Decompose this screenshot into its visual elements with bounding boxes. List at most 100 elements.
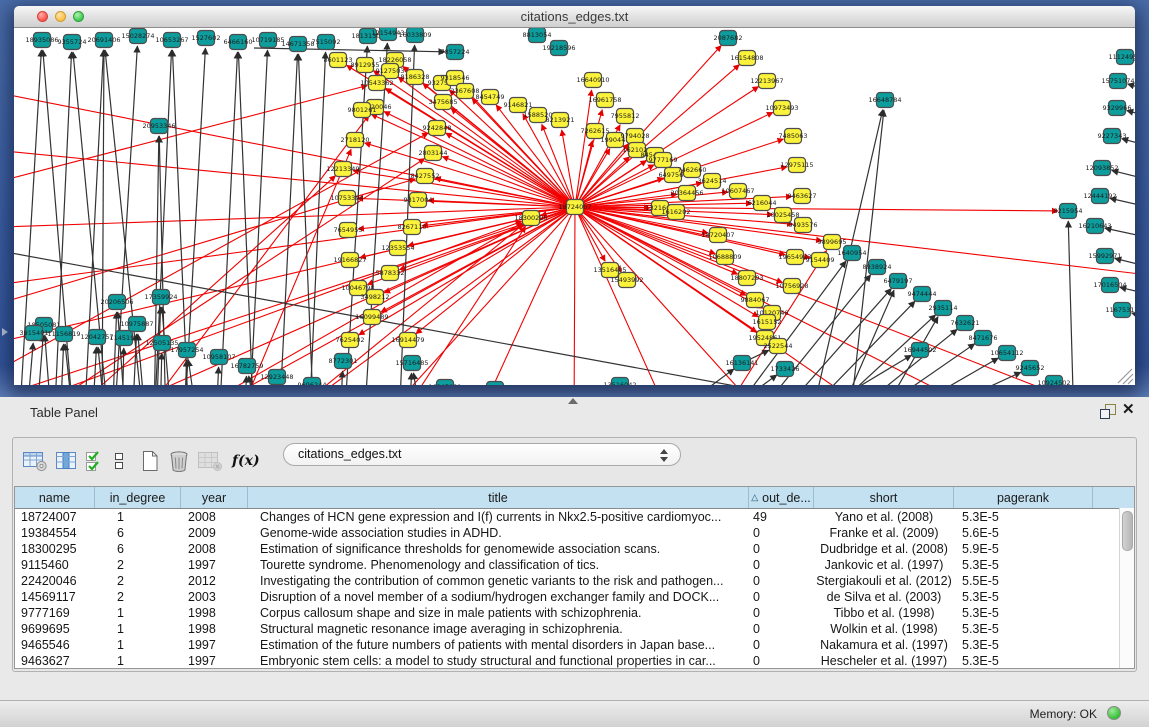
table-cell[interactable]: 5.3E-5 [954, 589, 1093, 605]
table-row[interactable]: 969969511998Structural magnetic resonanc… [15, 621, 1134, 637]
table-cell[interactable]: 5.3E-5 [954, 509, 1093, 525]
graph-node[interactable]: 11675312 [1105, 303, 1135, 318]
table-cell[interactable]: Stergiakouli et al. (2012) [814, 573, 954, 589]
table-cell[interactable]: 2003 [181, 589, 248, 605]
graph-node[interactable]: 11124953 [1108, 50, 1135, 65]
table-cell[interactable]: 0 [749, 653, 814, 669]
network-window-titlebar[interactable]: citations_edges.txt [14, 6, 1135, 28]
graph-node[interactable]: 2718120 [341, 133, 370, 148]
graph-node[interactable]: 19166827 [333, 253, 366, 268]
table-cell[interactable]: 2 [95, 589, 181, 605]
close-panel-icon[interactable]: ✕ [1122, 400, 1135, 418]
table-cell[interactable]: 1 [95, 509, 181, 525]
table-cell[interactable]: Changes of HCN gene expression and I(f) … [248, 509, 749, 525]
graph-node[interactable]: 17016504 [1093, 278, 1126, 293]
graph-node[interactable]: 9245012 [481, 382, 510, 386]
table-cell[interactable]: Corpus callosum shape and size in male p… [248, 605, 749, 621]
graph-node[interactable]: 8601123 [324, 53, 353, 68]
graph-node[interactable]: 9493576 [789, 218, 818, 233]
graph-node[interactable]: 17359924 [144, 290, 177, 305]
graph-node[interactable]: 8454749 [476, 90, 505, 105]
graph-node[interactable]: 8267110 [398, 220, 427, 235]
table-cell[interactable]: 9699695 [15, 621, 95, 637]
table-row[interactable]: 1830029562008Estimation of significance … [15, 541, 1134, 557]
table-select-dropdown[interactable]: citations_edges.txt [283, 443, 681, 466]
table-cell[interactable]: 2009 [181, 525, 248, 541]
column-header-title[interactable]: title [248, 487, 749, 508]
table-settings-icon[interactable] [22, 450, 48, 472]
scrollbar-thumb[interactable] [1122, 511, 1133, 551]
table-cell[interactable]: 5.3E-5 [954, 621, 1093, 637]
graph-node[interactable]: 7515092 [312, 35, 341, 50]
table-cell[interactable]: Dudbridge et al. (2008) [814, 541, 954, 557]
table-cell[interactable]: 49 [749, 509, 814, 525]
graph-node[interactable]: 16099489 [355, 310, 388, 325]
graph-node[interactable]: 6479197 [884, 274, 913, 289]
float-panel-icon[interactable] [1100, 404, 1116, 418]
graph-node[interactable]: 7857224 [441, 45, 470, 60]
table-cell[interactable]: 19384554 [15, 525, 95, 541]
table-cell[interactable]: Wolkin et al. (1998) [814, 621, 954, 637]
table-cell[interactable]: 18724007 [15, 509, 95, 525]
table-cell[interactable]: de Silva et al. (2003) [814, 589, 954, 605]
delete-rows-trash-icon[interactable] [167, 449, 191, 473]
graph-node[interactable]: 6466160 [224, 35, 253, 50]
table-row[interactable]: 1456911722003Disruption of a novel membe… [15, 589, 1134, 605]
graph-node[interactable]: 5878332 [376, 266, 405, 281]
table-cell[interactable]: 9777169 [15, 605, 95, 621]
function-builder-icon[interactable]: f(x) [232, 453, 260, 469]
table-cell[interactable]: 2 [95, 557, 181, 573]
column-header-in-degree[interactable]: in_degree [95, 487, 181, 508]
table-cell[interactable]: 1998 [181, 621, 248, 637]
graph-node[interactable]: 16245031 [428, 380, 461, 386]
graph-node[interactable]: 20953346 [142, 119, 175, 134]
table-cell[interactable]: 22420046 [15, 573, 95, 589]
table-cell[interactable]: 0 [749, 605, 814, 621]
table-cell[interactable]: 2012 [181, 573, 248, 589]
column-visibility-icon[interactable] [54, 450, 78, 472]
table-cell[interactable]: 0 [749, 557, 814, 573]
table-cell[interactable]: 5.3E-5 [954, 557, 1093, 573]
graph-node[interactable]: 7632621 [951, 316, 980, 331]
table-cell[interactable]: 1997 [181, 637, 248, 653]
table-cell[interactable]: 9465546 [15, 637, 95, 653]
column-header-name[interactable]: name [15, 487, 95, 508]
graph-node[interactable]: 15716485 [395, 356, 428, 371]
table-row[interactable]: 911546021997Tourette syndrome. Phenomeno… [15, 557, 1134, 573]
graph-node[interactable]: 10607467 [721, 184, 754, 199]
table-cell[interactable]: 9463627 [15, 653, 95, 669]
graph-node[interactable]: 20691406 [87, 33, 120, 48]
graph-node[interactable]: 7654955 [334, 223, 363, 238]
column-header-year[interactable]: year [181, 487, 248, 508]
graph-node[interactable]: 9227343 [1098, 129, 1127, 144]
graph-node[interactable]: 7485063 [779, 129, 808, 144]
table-cell[interactable]: 0 [749, 525, 814, 541]
graph-node[interactable]: 18935086 [25, 33, 58, 48]
table-vertical-scrollbar[interactable] [1119, 508, 1134, 668]
graph-node[interactable]: 12444192 [1083, 189, 1116, 204]
table-cell[interactable]: 0 [749, 637, 814, 653]
memory-status-indicator-icon[interactable] [1107, 706, 1121, 720]
table-cell[interactable]: 0 [749, 573, 814, 589]
graph-node[interactable]: 13516042 [603, 378, 636, 386]
graph-node[interactable]: 8772301 [329, 354, 358, 369]
table-cell[interactable]: Nakamura et al. (1997) [814, 637, 954, 653]
graph-node[interactable]: 16033809 [398, 28, 431, 43]
table-cell[interactable]: Yano et al. (2008) [814, 509, 954, 525]
graph-node[interactable]: 10654112 [990, 346, 1023, 361]
table-cell[interactable]: 5.6E-5 [954, 525, 1093, 541]
graph-node[interactable]: 1527602 [192, 31, 221, 46]
column-header-short[interactable]: short [814, 487, 954, 508]
table-cell[interactable]: 5.3E-5 [954, 637, 1093, 653]
table-row[interactable]: 977716911998Corpus callosum shape and si… [15, 605, 1134, 621]
table-cell[interactable]: Hescheler et al. (1997) [814, 653, 954, 669]
table-cell[interactable]: 1997 [181, 557, 248, 573]
graph-node[interactable]: 9355724 [58, 35, 87, 50]
graph-node[interactable]: 1733426 [771, 362, 800, 377]
graph-node[interactable]: 12353554 [381, 241, 414, 256]
graph-node[interactable]: 2087682 [714, 31, 743, 46]
table-cell[interactable]: 2008 [181, 541, 248, 557]
row-height-icon[interactable] [112, 450, 126, 472]
graph-node[interactable]: 16961758 [588, 93, 621, 108]
graph-node[interactable]: 20206506 [100, 295, 133, 310]
